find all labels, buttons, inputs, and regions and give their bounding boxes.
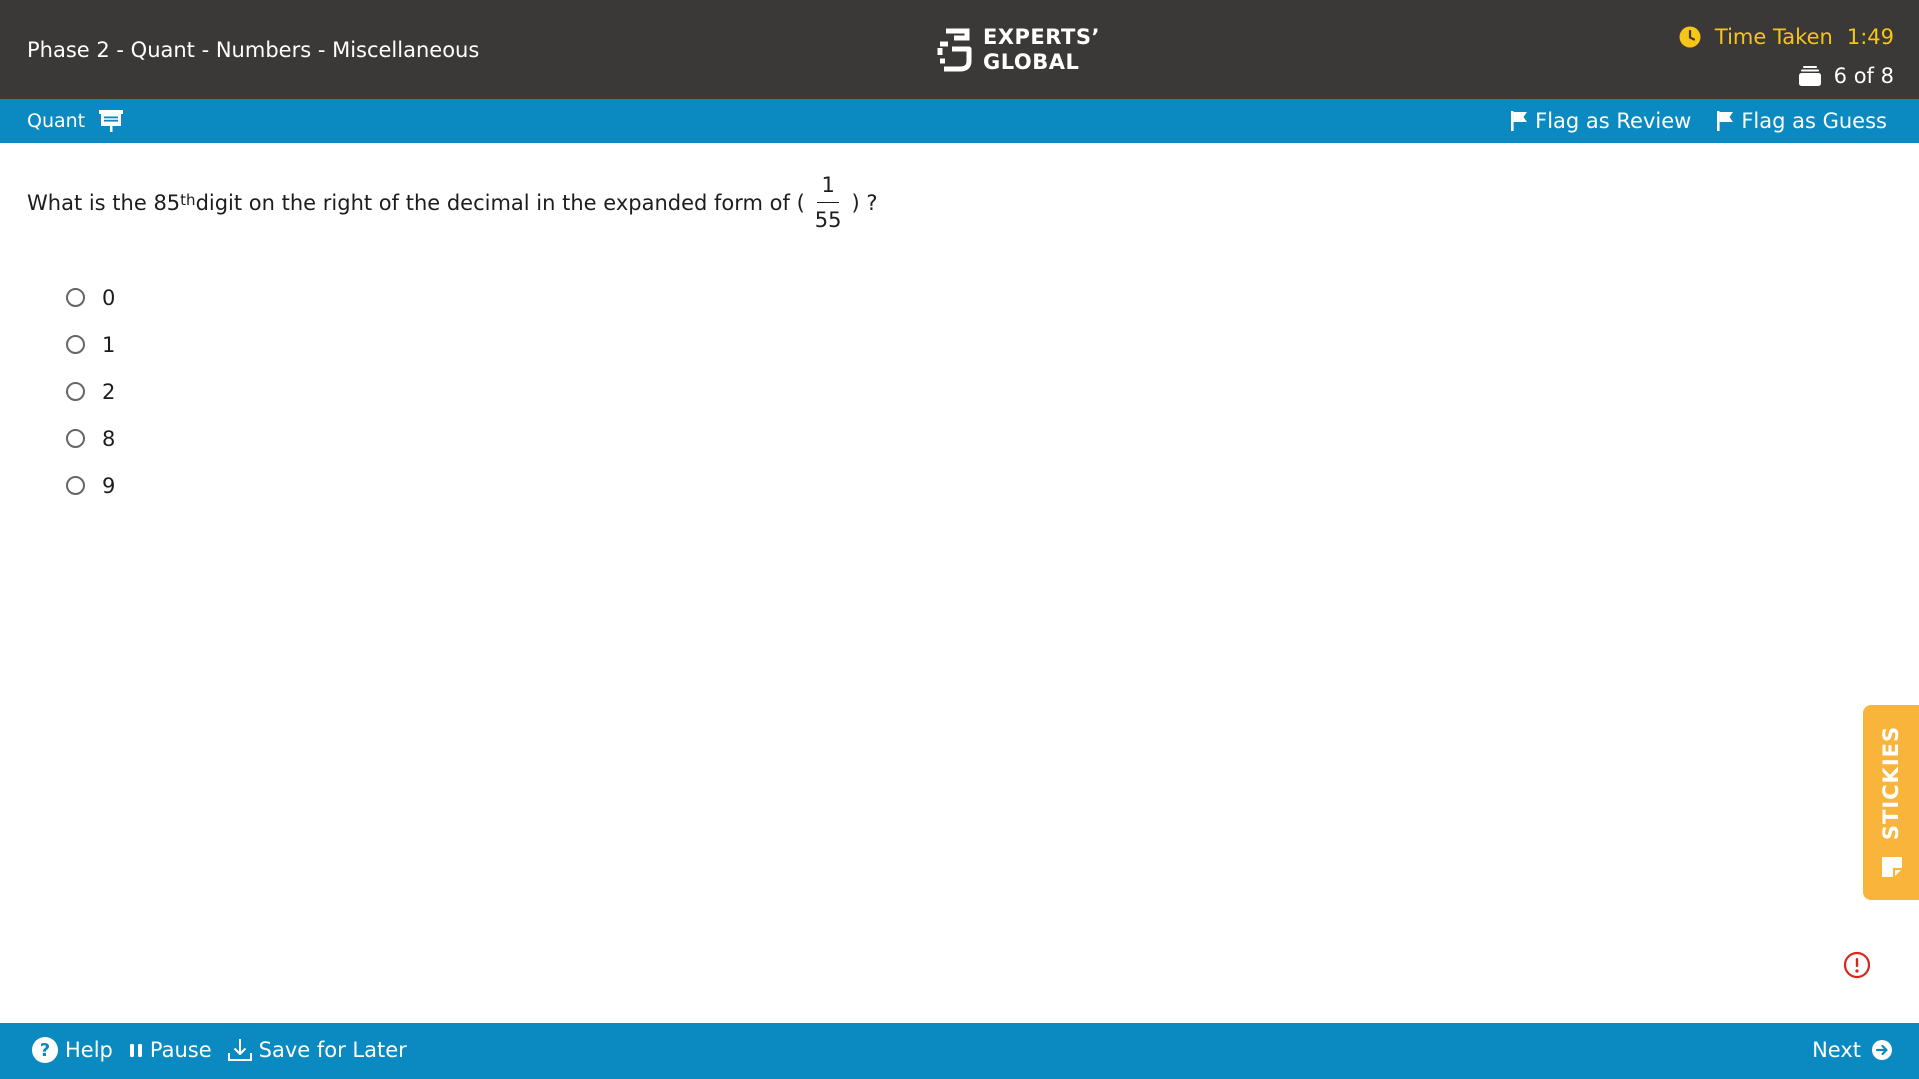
logo-text: EXPERTS’ GLOBAL xyxy=(983,25,1100,75)
save-for-later-label: Save for Later xyxy=(258,1038,407,1062)
flag-icon xyxy=(1717,111,1734,131)
radio-button[interactable] xyxy=(66,382,85,401)
help-icon: ? xyxy=(32,1037,58,1063)
section-bar: Quant Flag as Review Flag as Guess xyxy=(0,99,1919,143)
timer-label: Time Taken xyxy=(1714,25,1833,49)
progress-text: 6 of 8 xyxy=(1833,64,1894,88)
answer-option[interactable]: 8 xyxy=(66,415,115,462)
question-text: What is the 85th digit on the right of t… xyxy=(27,172,878,233)
bottom-left-controls: ? Help Pause Save for Later xyxy=(31,1036,407,1064)
help-label: Help xyxy=(65,1038,113,1062)
report-issue-icon[interactable] xyxy=(1843,951,1871,979)
stickies-label: STICKIES xyxy=(1879,725,1903,841)
sticky-note-icon xyxy=(1882,857,1902,877)
next-button[interactable]: Next xyxy=(1812,1036,1893,1064)
question-middle: digit on the right of the decimal in the… xyxy=(195,190,805,215)
flag-as-guess-button[interactable]: Flag as Guess xyxy=(1716,107,1887,135)
flag-review-label: Flag as Review xyxy=(1535,109,1692,133)
radio-button[interactable] xyxy=(66,335,85,354)
help-button[interactable]: ? Help xyxy=(31,1036,113,1064)
radio-button[interactable] xyxy=(66,429,85,448)
fraction-denominator: 55 xyxy=(814,208,842,232)
next-label: Next xyxy=(1812,1038,1861,1062)
logo-line-1: EXPERTS’ xyxy=(983,25,1100,49)
answer-option-label: 0 xyxy=(102,285,116,310)
question-suffix: ) ? xyxy=(851,190,878,215)
question-stack-icon xyxy=(1798,66,1821,86)
flag-icon xyxy=(1511,111,1528,131)
experts-global-logo: EXPERTS’ GLOBAL xyxy=(936,24,1100,76)
svg-text:?: ? xyxy=(40,1040,50,1061)
question-prefix: What is the 85 xyxy=(27,190,181,215)
fraction-numerator: 1 xyxy=(817,172,839,203)
flag-as-review-button[interactable]: Flag as Review xyxy=(1510,107,1691,135)
calculator-icon[interactable] xyxy=(98,109,124,133)
answer-option[interactable]: 9 xyxy=(66,462,115,509)
answer-option[interactable]: 2 xyxy=(66,368,115,415)
experts-global-logo-mark xyxy=(937,28,972,72)
exam-title: Phase 2 - Quant - Numbers - Miscellaneou… xyxy=(27,38,480,62)
answer-option-label: 1 xyxy=(102,332,116,357)
clock-icon xyxy=(1679,26,1701,48)
download-icon xyxy=(227,1039,252,1061)
answer-option-label: 8 xyxy=(102,426,116,451)
top-header: Phase 2 - Quant - Numbers - Miscellaneou… xyxy=(0,0,1919,99)
bottom-bar: ? Help Pause Save for Later Next xyxy=(0,1023,1919,1079)
radio-button[interactable] xyxy=(66,288,85,307)
answer-option-label: 2 xyxy=(102,379,116,404)
answer-option[interactable]: 0 xyxy=(66,274,115,321)
arrow-right-circle-icon xyxy=(1872,1040,1892,1060)
pause-icon xyxy=(129,1044,142,1057)
timer: Time Taken 1:49 xyxy=(1679,23,1894,51)
save-for-later-button[interactable]: Save for Later xyxy=(227,1036,407,1064)
question-progress: 6 of 8 xyxy=(1798,62,1894,90)
fraction: 1 55 xyxy=(811,172,846,233)
radio-button[interactable] xyxy=(66,476,85,495)
timer-value: 1:49 xyxy=(1846,25,1894,49)
pause-button[interactable]: Pause xyxy=(128,1036,212,1064)
answer-option-label: 9 xyxy=(102,473,116,498)
section-indicator: Quant xyxy=(27,108,124,134)
section-label: Quant xyxy=(27,110,86,132)
answer-options: 0 1 2 8 9 xyxy=(66,274,115,509)
answer-option[interactable]: 1 xyxy=(66,321,115,368)
logo-line-2: GLOBAL xyxy=(983,50,1080,74)
flag-controls: Flag as Review Flag as Guess xyxy=(1510,107,1887,135)
stickies-tab[interactable]: STICKIES xyxy=(1863,705,1919,900)
flag-guess-label: Flag as Guess xyxy=(1741,109,1887,133)
pause-label: Pause xyxy=(149,1038,212,1062)
